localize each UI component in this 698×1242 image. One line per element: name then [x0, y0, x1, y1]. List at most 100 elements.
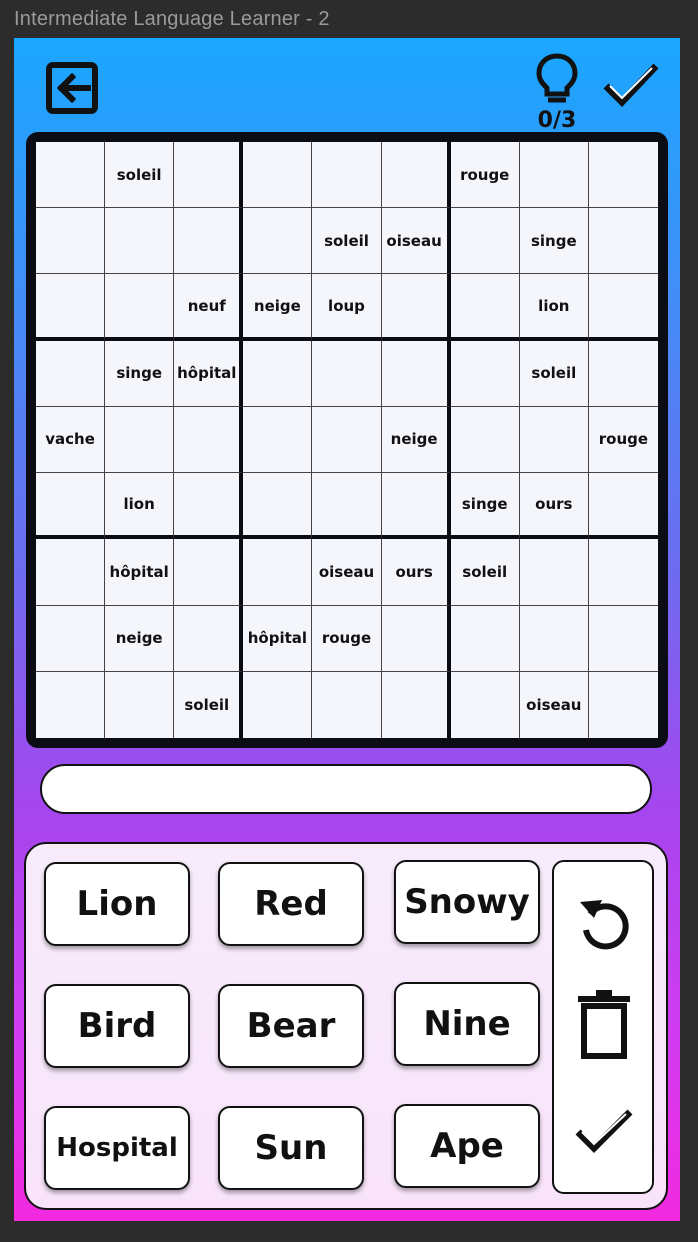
word-button[interactable]: Red	[218, 862, 364, 946]
board-cell[interactable]	[36, 274, 106, 341]
board-cell[interactable]	[588, 671, 658, 738]
board-cell[interactable]: soleil	[174, 671, 244, 738]
board-cell[interactable]	[312, 406, 382, 474]
word-button[interactable]: Bird	[44, 984, 190, 1068]
board-cell[interactable]: neige	[105, 605, 175, 672]
board-cell[interactable]: soleil	[519, 340, 589, 407]
word-button[interactable]: Sun	[218, 1106, 364, 1190]
word-button[interactable]: Nine	[394, 982, 540, 1066]
board-cell[interactable]	[381, 274, 451, 341]
board-cell[interactable]	[36, 208, 106, 275]
board-cell[interactable]: hôpital	[243, 605, 313, 672]
board-cell[interactable]: rouge	[450, 142, 520, 209]
board-cell[interactable]	[174, 208, 244, 275]
board-cell[interactable]	[174, 539, 244, 606]
board-cell[interactable]: singe	[450, 473, 520, 540]
board-cell[interactable]	[519, 142, 589, 209]
word-choices-panel: Lion Red Snowy Bird Bear Nine Hospital S…	[24, 842, 668, 1210]
board-cell[interactable]: lion	[105, 473, 175, 540]
word-button[interactable]: Bear	[218, 984, 364, 1068]
board-cell[interactable]: oiseau	[519, 671, 589, 738]
board-cell[interactable]	[105, 406, 175, 474]
board-cell[interactable]: rouge	[312, 605, 382, 672]
board-cell[interactable]	[243, 142, 313, 209]
board-cell[interactable]: hôpital	[105, 539, 175, 606]
hint-button[interactable]	[534, 52, 580, 106]
board-cell[interactable]	[381, 605, 451, 672]
confirm-button[interactable]	[572, 1102, 636, 1166]
board-cell[interactable]	[450, 340, 520, 407]
board-cell[interactable]	[174, 406, 244, 474]
board-cell[interactable]	[105, 274, 175, 341]
board-cell[interactable]: neige	[381, 406, 451, 474]
board-cell[interactable]	[312, 340, 382, 407]
board-cell[interactable]	[312, 473, 382, 540]
board-cell[interactable]	[450, 406, 520, 474]
board-cell[interactable]: oiseau	[381, 208, 451, 275]
board-cell[interactable]: neige	[243, 274, 313, 341]
board-cell[interactable]	[588, 142, 658, 209]
board-cell[interactable]	[588, 274, 658, 341]
word-button[interactable]: Hospital	[44, 1106, 190, 1190]
board-cell[interactable]	[36, 671, 106, 738]
board-cell[interactable]	[381, 340, 451, 407]
board-cell[interactable]	[36, 473, 106, 540]
submit-check-button[interactable]	[600, 58, 662, 110]
board-cell[interactable]: ours	[381, 539, 451, 606]
board-cell[interactable]	[243, 406, 313, 474]
board-cell[interactable]: rouge	[588, 406, 658, 474]
board-cell[interactable]	[381, 473, 451, 540]
board-cell[interactable]: soleil	[105, 142, 175, 209]
board-cell[interactable]: neuf	[174, 274, 244, 341]
board-cell[interactable]	[312, 142, 382, 209]
board-cell[interactable]: ours	[519, 473, 589, 540]
board-cell[interactable]	[381, 142, 451, 209]
board-cell[interactable]: vache	[36, 406, 106, 474]
board-cell[interactable]	[243, 340, 313, 407]
board-cell[interactable]	[450, 671, 520, 738]
action-panel	[552, 860, 654, 1194]
delete-button[interactable]	[572, 990, 636, 1059]
board-cell[interactable]	[519, 605, 589, 672]
board-cell[interactable]: soleil	[450, 539, 520, 606]
board-cell[interactable]	[105, 671, 175, 738]
board-cell[interactable]	[36, 340, 106, 407]
board-cell[interactable]: soleil	[312, 208, 382, 275]
board-cell[interactable]	[588, 473, 658, 540]
board-cell[interactable]: hôpital	[174, 340, 244, 407]
board-cell[interactable]	[588, 605, 658, 672]
board-cell[interactable]	[174, 142, 244, 209]
board-cell[interactable]	[105, 208, 175, 275]
board-cell[interactable]	[174, 473, 244, 540]
board-cell[interactable]	[36, 539, 106, 606]
board-cell[interactable]	[450, 208, 520, 275]
answer-input[interactable]	[40, 764, 652, 814]
board-cell[interactable]: singe	[105, 340, 175, 407]
board-cell[interactable]	[36, 142, 106, 209]
board-cell[interactable]	[174, 605, 244, 672]
board-cell[interactable]	[588, 539, 658, 606]
board-cell[interactable]	[243, 208, 313, 275]
board-cell[interactable]	[243, 671, 313, 738]
board-cell[interactable]	[381, 671, 451, 738]
board-cell[interactable]: loup	[312, 274, 382, 341]
undo-button[interactable]	[572, 890, 636, 954]
word-button[interactable]: Ape	[394, 1104, 540, 1188]
board-cell[interactable]	[450, 274, 520, 341]
board-cell[interactable]: singe	[519, 208, 589, 275]
board-cell[interactable]	[243, 539, 313, 606]
board-cell[interactable]	[588, 208, 658, 275]
board-cell[interactable]	[519, 539, 589, 606]
board-cell[interactable]	[312, 671, 382, 738]
game-screen: 0/3 soleil rouge soleil oiseau singe neuf neig…	[14, 38, 680, 1221]
board-cell[interactable]	[36, 605, 106, 672]
word-button[interactable]: Lion	[44, 862, 190, 946]
board-cell[interactable]: lion	[519, 274, 589, 341]
board-cell[interactable]	[519, 406, 589, 474]
board-cell[interactable]: oiseau	[312, 539, 382, 606]
board-cell[interactable]	[243, 473, 313, 540]
exit-button[interactable]	[44, 60, 102, 116]
board-cell[interactable]	[588, 340, 658, 407]
board-cell[interactable]	[450, 605, 520, 672]
word-button[interactable]: Snowy	[394, 860, 540, 944]
